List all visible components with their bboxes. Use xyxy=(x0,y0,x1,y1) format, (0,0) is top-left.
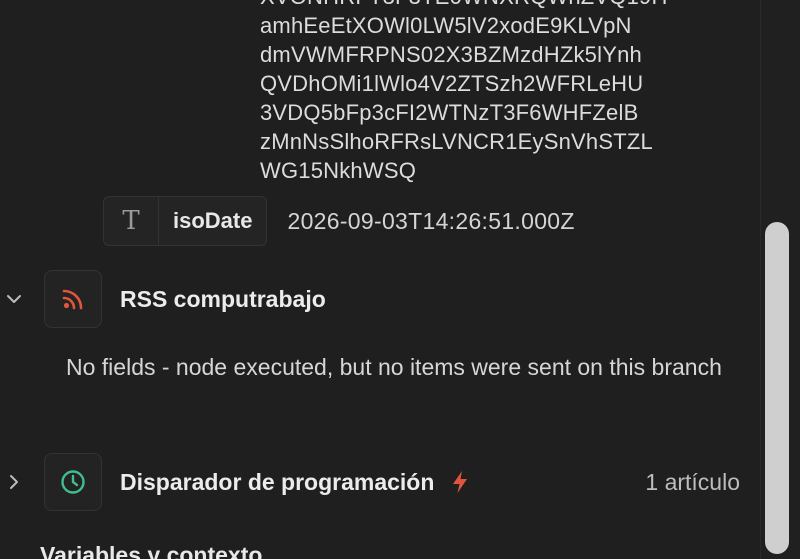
chevron-right-icon[interactable] xyxy=(0,468,28,496)
input-data-panel: XVONHRFT3F3TE0WNXRQWnZVQ19H amhEeEtXOWl0… xyxy=(0,0,760,559)
node-title: RSS computrabajo xyxy=(120,285,326,312)
field-name: isoDate xyxy=(173,208,253,233)
section-header-variables[interactable]: Variables y contexto xyxy=(40,542,262,559)
encoded-line: 3VDQ5bFp3cFI2WTNzT3F6WHFZelB xyxy=(260,100,639,125)
field-chip[interactable]: T isoDate xyxy=(103,196,268,246)
item-count: 1 artículo xyxy=(645,468,740,495)
encoded-line: amhEeEtXOWl0LW5lV2xodE9KLVpN xyxy=(260,13,632,38)
empty-branch-message: No fields - node executed, but no items … xyxy=(66,354,722,380)
rss-icon xyxy=(44,270,102,328)
lightning-bolt-icon xyxy=(450,470,470,494)
chevron-down-icon[interactable] xyxy=(0,285,28,313)
field-row-isodate[interactable]: T isoDate 2026-09-03T14:26:51.000Z xyxy=(103,196,575,246)
encoded-string-value: XVONHRFT3F3TE0WNXRQWnZVQ19H amhEeEtXOWl0… xyxy=(260,0,760,185)
encoded-line: zMnNsSlhoRFRsLVNCR1EySnVhSTZL xyxy=(260,129,653,154)
scrollbar-thumb[interactable] xyxy=(765,222,789,554)
clock-icon xyxy=(44,453,102,511)
encoded-line: QVDhOMi1lWlo4V2ZTSzh2WFRLeHU xyxy=(260,71,644,96)
node-row-rss-computrabajo[interactable]: RSS computrabajo xyxy=(0,270,760,328)
field-value: 2026-09-03T14:26:51.000Z xyxy=(287,207,575,234)
node-title: Disparador de programación xyxy=(120,468,435,495)
encoded-line: XVONHRFT3F3TE0WNXRQWnZVQ19H xyxy=(260,0,760,11)
text-type-icon: T xyxy=(104,197,159,245)
node-row-disparador[interactable]: Disparador de programación 1 artículo xyxy=(0,453,760,511)
encoded-line: dmVWMFRPNS02X3BZMzdHZk5lYnh xyxy=(260,42,642,67)
encoded-line: WG15NkhWSQ xyxy=(260,158,417,183)
